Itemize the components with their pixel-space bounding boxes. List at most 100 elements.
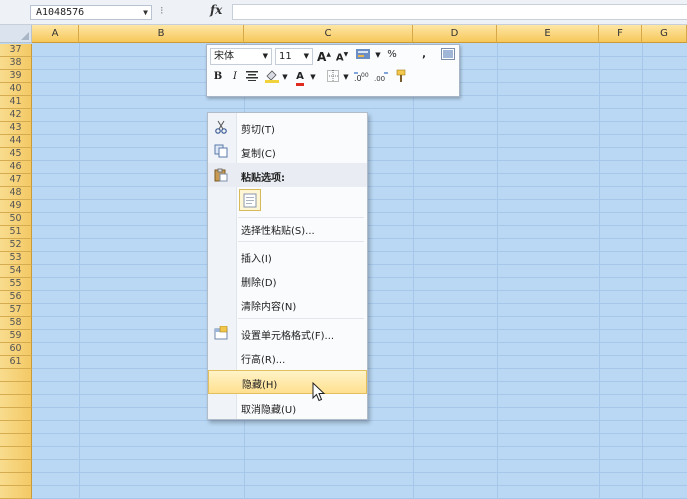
font-name-value: 宋体 [214, 51, 234, 62]
row-header[interactable]: 61 [0, 356, 32, 369]
svg-text:00: 00 [361, 72, 369, 79]
row-header[interactable]: 53 [0, 252, 32, 265]
decrease-decimal-button[interactable]: .00 [373, 67, 391, 87]
chevron-down-icon[interactable]: ▼ [374, 45, 382, 65]
copy-icon [214, 144, 228, 158]
column-gridline [79, 43, 80, 499]
number-format-button[interactable] [353, 45, 373, 65]
chevron-down-icon[interactable]: ▼ [143, 6, 148, 19]
row-header[interactable]: 59 [0, 330, 32, 343]
fill-color-button[interactable] [263, 67, 281, 87]
row-header[interactable]: 42 [0, 109, 32, 122]
font-color-button[interactable]: A [293, 67, 307, 87]
menu-item-label: 取消隐藏(U) [241, 405, 297, 416]
chevron-down-icon[interactable]: ▼ [281, 67, 289, 87]
menu-item-hide[interactable]: 隐藏(H) [208, 370, 367, 394]
column-header-f[interactable]: F [599, 25, 642, 43]
row-gridline [32, 459, 687, 460]
format-cells-icon [214, 326, 228, 340]
chevron-down-icon[interactable]: ▼ [309, 67, 317, 87]
row-header-filler [0, 486, 32, 499]
menu-item-insert[interactable]: 插入(I) [208, 244, 367, 268]
paste-icon [243, 193, 257, 208]
paste-button[interactable] [239, 189, 261, 211]
name-box[interactable]: A1048576 ▼ [30, 5, 152, 20]
row-header[interactable]: 43 [0, 122, 32, 135]
column-header-a[interactable]: A [32, 25, 79, 43]
row-header[interactable]: 56 [0, 291, 32, 304]
format-painter-button[interactable] [393, 67, 411, 87]
chevron-down-icon: ▼ [303, 52, 309, 60]
increase-decimal-button[interactable]: .0 00 [353, 67, 371, 87]
row-header[interactable]: 52 [0, 239, 32, 252]
row-header[interactable]: 58 [0, 317, 32, 330]
paste-option-row [208, 187, 367, 215]
menu-separator [238, 318, 364, 319]
insert-function-button[interactable]: fx [210, 3, 222, 17]
menu-item-label: 隐藏(H) [242, 380, 278, 391]
row-gridline [32, 485, 687, 486]
row-header[interactable]: 57 [0, 304, 32, 317]
row-header[interactable]: 54 [0, 265, 32, 278]
menu-header-paste-options: 粘贴选项: [208, 163, 367, 187]
font-size-select[interactable]: 11 ▼ [275, 48, 313, 65]
menu-item-delete[interactable]: 删除(D) [208, 268, 367, 292]
menu-item-row-height[interactable]: 行高(R)... [208, 345, 367, 369]
menu-item-cut[interactable]: 剪切(T) [208, 115, 367, 139]
column-gridline [413, 43, 414, 499]
row-header[interactable]: 55 [0, 278, 32, 291]
percent-style-button[interactable]: % [385, 45, 399, 65]
row-header-filler [0, 382, 32, 395]
row-header[interactable]: 49 [0, 200, 32, 213]
menu-item-format-cells[interactable]: 设置单元格格式(F)... [208, 321, 367, 345]
center-align-button[interactable] [245, 67, 259, 87]
select-all-button[interactable] [0, 25, 32, 43]
shrink-font-button[interactable]: A▼ [335, 45, 349, 65]
comma-style-button[interactable]: , [419, 45, 429, 65]
row-header[interactable]: 50 [0, 213, 32, 226]
decrease-decimal-icon: .00 [374, 71, 388, 83]
menu-item-unhide[interactable]: 取消隐藏(U) [208, 395, 367, 419]
row-header-filler [0, 460, 32, 473]
menu-header-label: 粘贴选项: [241, 173, 285, 184]
clipboard-icon [214, 168, 228, 182]
column-header-c[interactable]: C [244, 25, 413, 43]
formula-input[interactable] [232, 4, 687, 20]
row-header[interactable]: 60 [0, 343, 32, 356]
menu-item-label: 选择性粘贴(S)... [241, 226, 315, 237]
row-header[interactable]: 40 [0, 83, 32, 96]
column-header-d[interactable]: D [413, 25, 497, 43]
menu-item-paste-special[interactable]: 选择性粘贴(S)... [208, 216, 367, 240]
row-header[interactable]: 46 [0, 161, 32, 174]
grow-font-button[interactable]: A▲ [317, 45, 331, 65]
italic-button[interactable]: I [229, 67, 241, 87]
chevron-down-icon[interactable]: ▼ [342, 67, 350, 87]
row-header[interactable]: 48 [0, 187, 32, 200]
font-name-select[interactable]: 宋体 ▼ [210, 48, 272, 65]
menu-item-label: 设置单元格格式(F)... [241, 331, 335, 342]
column-header-b[interactable]: B [79, 25, 244, 43]
row-header[interactable]: 38 [0, 57, 32, 70]
shrink-font-icon: A [335, 52, 344, 64]
formula-bar: A1048576 ▼ ⁝ fx [0, 0, 687, 25]
row-header[interactable]: 44 [0, 135, 32, 148]
borders-button[interactable] [325, 67, 341, 87]
row-header[interactable]: 41 [0, 96, 32, 109]
menu-item-copy[interactable]: 复制(C) [208, 139, 367, 163]
row-header-filler [0, 395, 32, 408]
row-header[interactable]: 47 [0, 174, 32, 187]
context-menu: 剪切(T) 复制(C) 粘贴选项: 选择性粘贴(S)... 插入(I) 删除(D… [207, 112, 368, 420]
name-box-value: A1048576 [36, 7, 85, 18]
row-header[interactable]: 39 [0, 70, 32, 83]
row-header[interactable]: 51 [0, 226, 32, 239]
menu-item-clear-contents[interactable]: 清除内容(N) [208, 292, 367, 316]
format-painter-button[interactable] [440, 45, 456, 65]
column-header-g[interactable]: G [642, 25, 687, 43]
menu-separator [238, 241, 364, 242]
column-header-e[interactable]: E [497, 25, 599, 43]
menu-item-label: 剪切(T) [241, 125, 275, 136]
row-header-filler [0, 421, 32, 434]
row-header[interactable]: 37 [0, 44, 32, 57]
row-header[interactable]: 45 [0, 148, 32, 161]
bold-button[interactable]: B [211, 67, 225, 87]
